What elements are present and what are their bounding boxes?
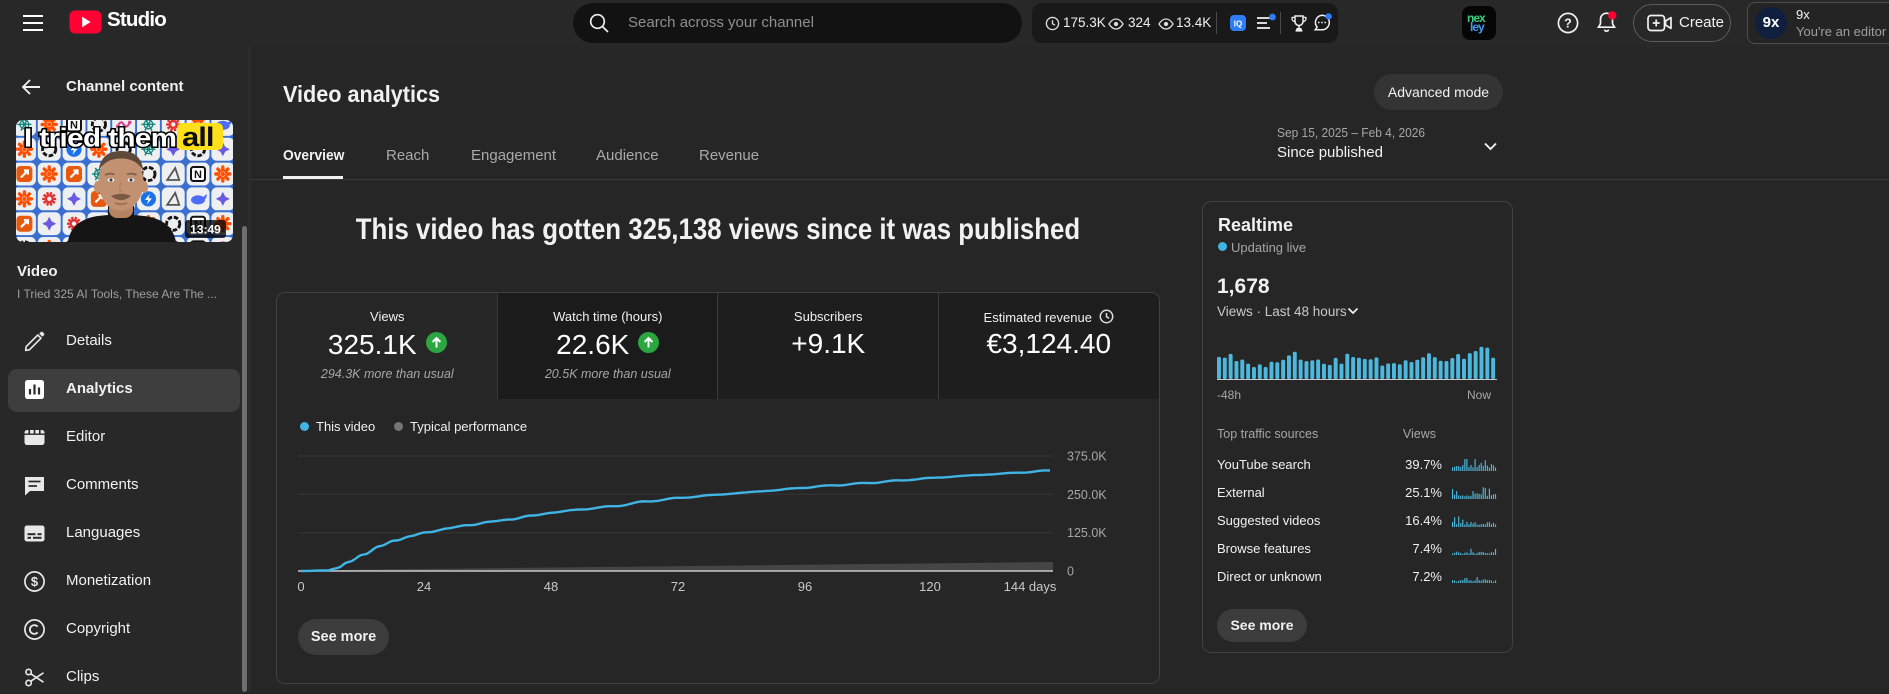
svg-text:96: 96 [798, 579, 812, 594]
svg-text:13:49: 13:49 [190, 223, 221, 237]
svg-text:?: ? [1564, 16, 1572, 30]
svg-text:48: 48 [544, 579, 558, 594]
svg-text:72: 72 [671, 579, 685, 594]
svg-text:144 days: 144 days [1004, 579, 1057, 594]
svg-text:ley: ley [1470, 20, 1485, 34]
svg-text:I tried them: I tried them [24, 123, 176, 152]
svg-text:IQ: IQ [1234, 20, 1242, 29]
svg-text:0: 0 [297, 579, 304, 594]
svg-text:250.0K: 250.0K [1067, 488, 1107, 502]
svg-text:24: 24 [417, 579, 431, 594]
svg-text:N: N [194, 169, 202, 181]
svg-text:125.0K: 125.0K [1067, 526, 1107, 540]
svg-text:$: $ [31, 574, 39, 589]
svg-text:120: 120 [919, 579, 941, 594]
svg-text:375.0K: 375.0K [1067, 450, 1107, 464]
svg-text:all: all [182, 123, 213, 153]
svg-text:0: 0 [1067, 565, 1074, 579]
